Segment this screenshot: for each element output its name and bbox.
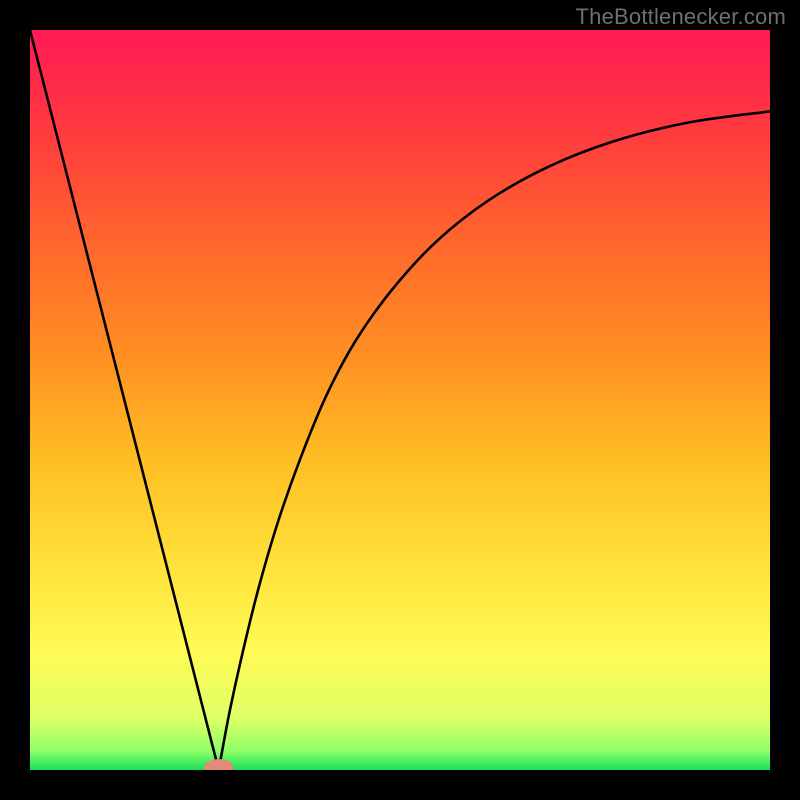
gradient-background (30, 30, 770, 770)
chart-frame: TheBottlenecker.com (0, 0, 800, 800)
watermark-text: TheBottlenecker.com (576, 4, 786, 30)
bottleneck-curve-chart (30, 30, 770, 770)
plot-area (30, 30, 770, 770)
